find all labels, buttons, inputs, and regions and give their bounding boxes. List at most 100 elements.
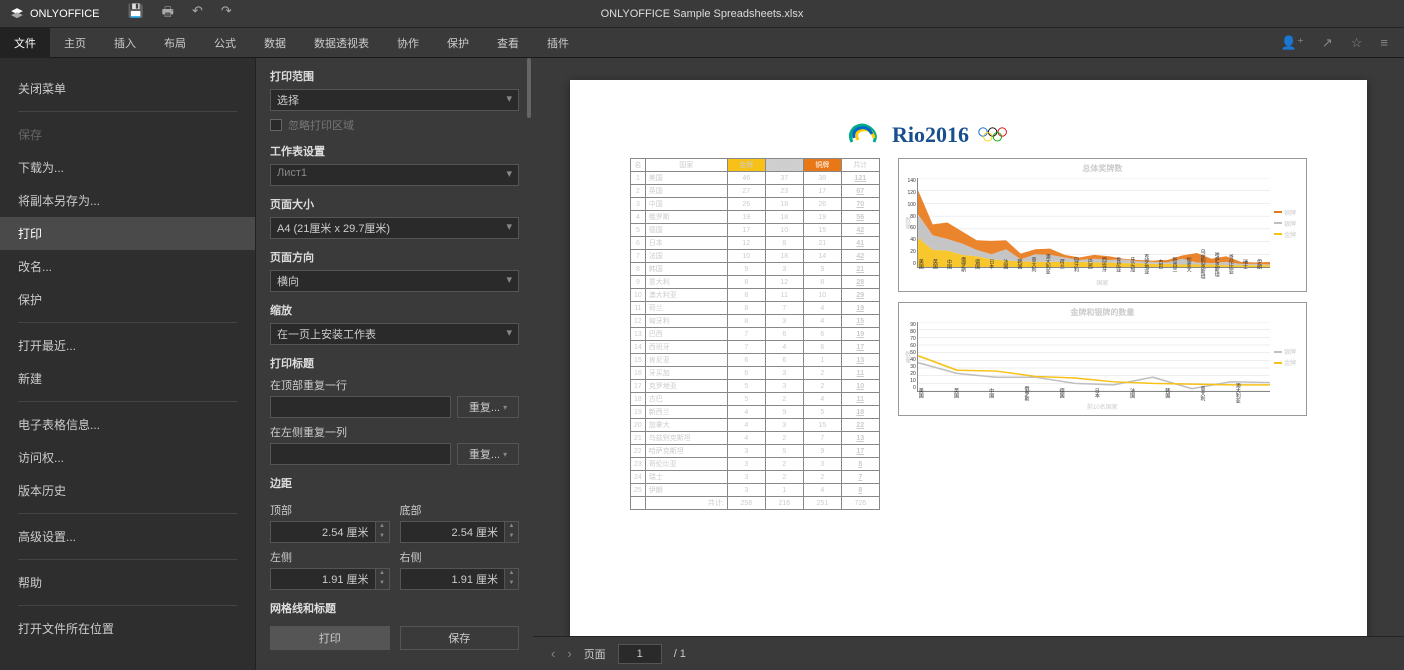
open-location-icon[interactable]: ↗	[1322, 35, 1333, 51]
menu-tab-4[interactable]: 公式	[200, 28, 250, 58]
table-row: 12匈牙利83415	[631, 315, 880, 328]
spreadsheet-info[interactable]: 电子表格信息...	[18, 408, 237, 441]
repeat-row-input[interactable]	[270, 396, 451, 418]
table-row: 17克罗地亚53210	[631, 380, 880, 393]
repeat-row-label: 在顶部重复一行	[270, 377, 519, 393]
margins-label: 边距	[270, 475, 519, 491]
share-icon[interactable]: 👤⁺	[1281, 35, 1304, 51]
open-recent[interactable]: 打开最近...	[18, 329, 237, 362]
print-menu-item[interactable]: 打印	[0, 217, 255, 250]
save-icon[interactable]: 💾	[127, 3, 143, 25]
orientation-label: 页面方向	[270, 249, 519, 265]
access-rights[interactable]: 访问权...	[18, 441, 237, 474]
next-page-icon[interactable]: ›	[567, 646, 571, 661]
menu-icon[interactable]: ≡	[1380, 35, 1388, 51]
table-row: 2英国27231767	[631, 185, 880, 198]
print-settings-panel: 打印范围 选择 忽略打印区域 工作表设置 Лист1 页面大小 A4 (21厘米…	[255, 58, 533, 670]
file-menu: 关闭菜单 保存 下载为... 将副本另存为... 打印 改名... 保护 打开最…	[0, 58, 255, 670]
margin-bottom-input[interactable]: 2.54 厘米	[400, 521, 506, 543]
menu-tab-5[interactable]: 数据	[250, 28, 300, 58]
margin-top-input[interactable]: 2.54 厘米	[270, 521, 376, 543]
scaling-label: 缩放	[270, 302, 519, 318]
repeat-col-input[interactable]	[270, 443, 451, 465]
margin-top-stepper[interactable]: ▲▼	[376, 521, 390, 543]
table-row: 1美国463738121	[631, 172, 880, 185]
repeat-col-button[interactable]: 重复...	[457, 443, 519, 465]
menu-bar: 文件主页插入布局公式数据数据透视表协作保护查看插件 👤⁺ ↗ ☆ ≡	[0, 28, 1404, 58]
table-row: 15肯尼亚66113	[631, 354, 880, 367]
menu-tab-2[interactable]: 插入	[100, 28, 150, 58]
new[interactable]: 新建	[18, 362, 237, 395]
table-row: 8韩国93921	[631, 263, 880, 276]
page-label: 页面	[584, 646, 606, 662]
redo-icon[interactable]: ↷	[221, 3, 232, 25]
version-history[interactable]: 版本历史	[18, 474, 237, 507]
scrollbar[interactable]	[527, 58, 531, 118]
rio-logo-icon	[844, 120, 884, 150]
table-row: 6日本1282141	[631, 237, 880, 250]
menu-tab-8[interactable]: 保护	[433, 28, 483, 58]
rio-title: Rio2016	[892, 122, 969, 148]
table-row: 13巴西76619	[631, 328, 880, 341]
print-preview: Rio2016 名国家金牌银牌铜牌共计1美国4637381212英国272317…	[533, 58, 1404, 636]
protect[interactable]: 保护	[18, 283, 237, 316]
page-size-select[interactable]: A4 (21厘米 x 29.7厘米)	[270, 217, 519, 239]
undo-icon[interactable]: ↶	[192, 3, 203, 25]
table-row: 14西班牙74617	[631, 341, 880, 354]
print-range-select[interactable]: 选择	[270, 89, 519, 111]
margin-bottom-stepper[interactable]: ▲▼	[505, 521, 519, 543]
table-row: 25伊朗3148	[631, 484, 880, 497]
gridlines-label: 网格线和标题	[270, 600, 519, 616]
menu-tab-6[interactable]: 数据透视表	[300, 28, 383, 58]
close-menu[interactable]: 关闭菜单	[18, 72, 237, 105]
margin-left-stepper[interactable]: ▲▼	[376, 568, 390, 590]
save: 保存	[18, 118, 237, 151]
margin-right-input[interactable]: 1.91 厘米	[400, 568, 506, 590]
print-titles-label: 打印标题	[270, 355, 519, 371]
table-row: 19新西兰49518	[631, 406, 880, 419]
advanced-settings[interactable]: 高级设置...	[18, 520, 237, 553]
open-file-location[interactable]: 打开文件所在位置	[18, 612, 237, 645]
table-row: 16牙买加63211	[631, 367, 880, 380]
table-row: 5德国17101542	[631, 224, 880, 237]
print-icon[interactable]: 🖶	[162, 3, 174, 25]
menu-tab-0[interactable]: 文件	[0, 28, 50, 58]
help[interactable]: 帮助	[18, 566, 237, 599]
chart-total-medals: 总体奖牌数 数量 140120100806040200美国英国中国俄罗斯德国日本…	[898, 158, 1307, 292]
margin-right-label: 右侧	[400, 549, 520, 565]
page-size-label: 页面大小	[270, 196, 519, 212]
repeat-row-button[interactable]: 重复...	[457, 396, 519, 418]
page-total: / 1	[674, 648, 686, 660]
margin-left-input[interactable]: 1.91 厘米	[270, 568, 376, 590]
menu-tab-3[interactable]: 布局	[150, 28, 200, 58]
prev-page-icon[interactable]: ‹	[551, 646, 555, 661]
save-button[interactable]: 保存	[400, 626, 520, 650]
print-button[interactable]: 打印	[270, 626, 390, 650]
table-row: 4俄罗斯19181956	[631, 211, 880, 224]
margin-right-stepper[interactable]: ▲▼	[505, 568, 519, 590]
save-copy-as[interactable]: 将副本另存为...	[18, 184, 237, 217]
ignore-print-area-checkbox[interactable]	[270, 119, 282, 131]
menu-tab-10[interactable]: 插件	[533, 28, 583, 58]
table-row: 20加拿大431522	[631, 419, 880, 432]
favorite-icon[interactable]: ☆	[1351, 35, 1363, 51]
rename[interactable]: 改名...	[18, 250, 237, 283]
download-as[interactable]: 下载为...	[18, 151, 237, 184]
menu-tab-9[interactable]: 查看	[483, 28, 533, 58]
medals-table: 名国家金牌银牌铜牌共计1美国4637381212英国272317673中国261…	[630, 158, 880, 510]
menu-tab-7[interactable]: 协作	[383, 28, 433, 58]
scaling-select[interactable]: 在一页上安装工作表	[270, 323, 519, 345]
menu-tab-1[interactable]: 主页	[50, 28, 100, 58]
table-row: 23哥伦比亚3238	[631, 458, 880, 471]
preview-page: Rio2016 名国家金牌银牌铜牌共计1美国4637381212英国272317…	[570, 80, 1367, 636]
table-row: 10澳大利亚8111029	[631, 289, 880, 302]
repeat-col-label: 在左侧重复一列	[270, 424, 519, 440]
page-number-input[interactable]	[618, 644, 662, 664]
sheet-select[interactable]: Лист1	[270, 164, 519, 186]
ignore-print-area-label: 忽略打印区域	[288, 117, 354, 133]
print-range-label: 打印范围	[270, 68, 519, 84]
orientation-select[interactable]: 横向	[270, 270, 519, 292]
table-row: 22哈萨克斯坦35917	[631, 445, 880, 458]
table-row: 18古巴52411	[631, 393, 880, 406]
table-row: 21乌兹别克斯坦42713	[631, 432, 880, 445]
